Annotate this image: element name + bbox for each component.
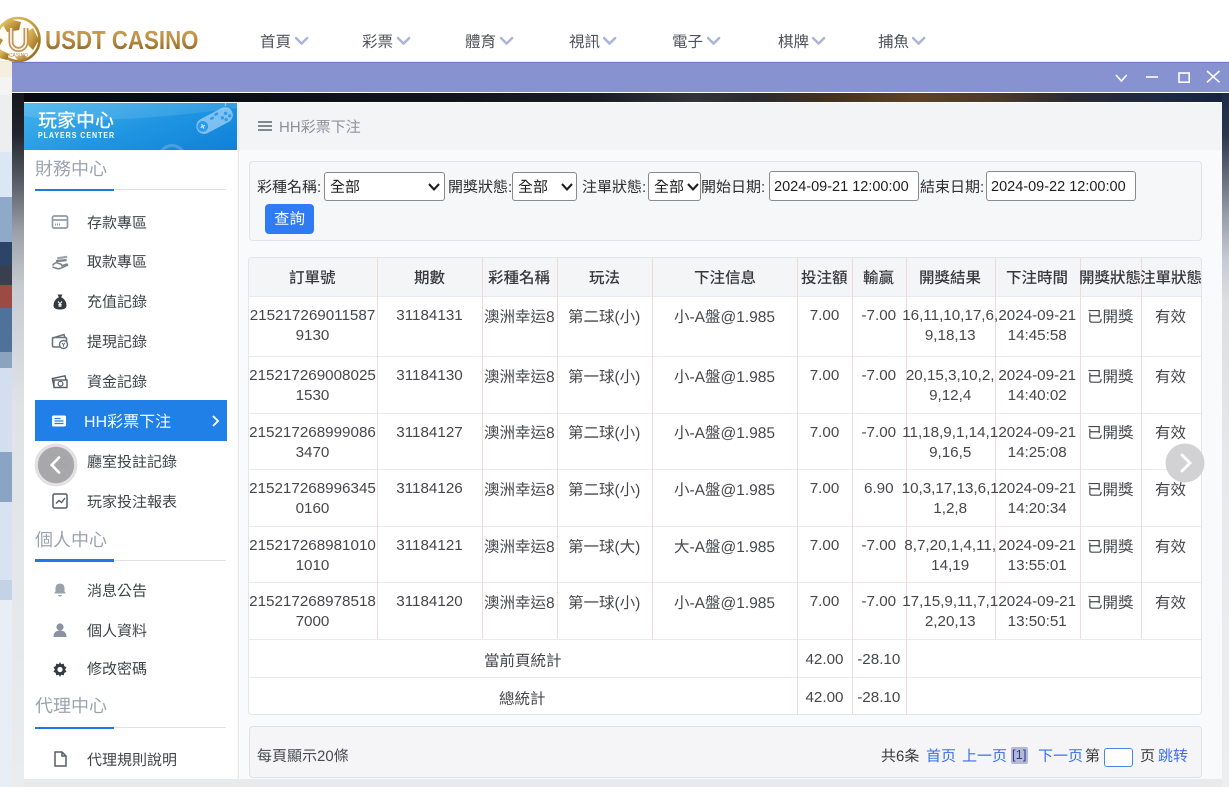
svg-text:CASINO: CASINO (9, 53, 28, 59)
